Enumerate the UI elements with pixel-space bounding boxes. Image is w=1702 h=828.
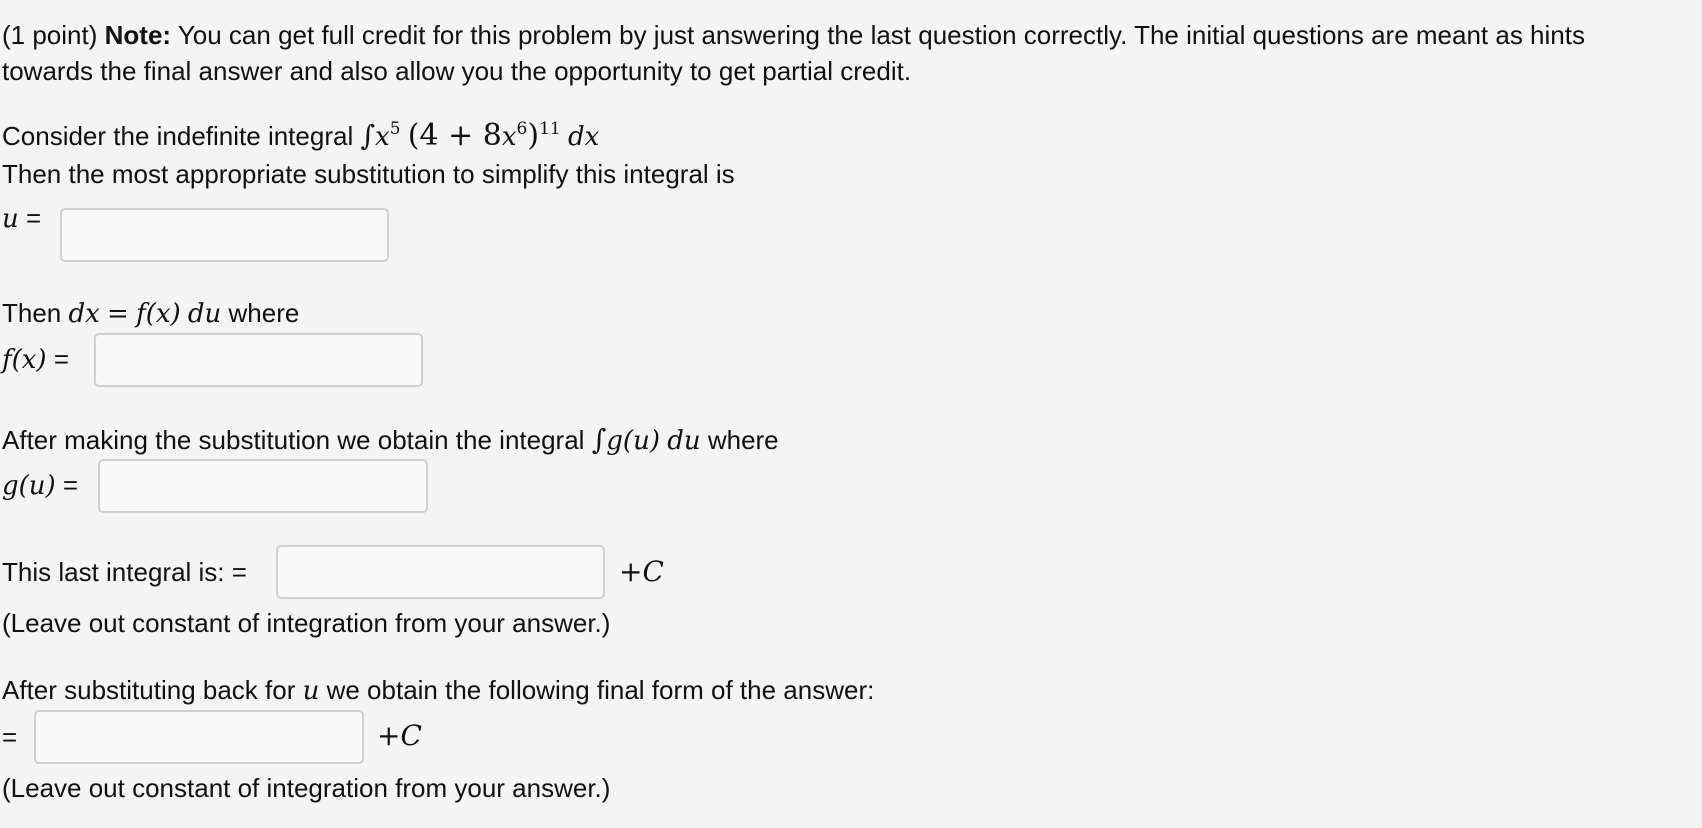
q4-note-text: (Leave out constant of integration from …: [2, 608, 611, 638]
u-equals: =: [25, 203, 42, 233]
final-answer-input[interactable]: [34, 710, 364, 764]
gu-answer-input[interactable]: [98, 459, 428, 513]
q5-note-text: (Leave out constant of integration from …: [2, 773, 611, 803]
q1-substitution-text: Then the most appropriate substitution t…: [2, 159, 735, 189]
q2-answer-label: f(x) =: [2, 343, 69, 376]
q5-prompt-start: After substituting back for: [2, 675, 296, 705]
q4-note: (Leave out constant of integration from …: [2, 607, 610, 639]
outer-exponent: 11: [539, 119, 561, 139]
open-paren-expr: (4 + 8: [407, 118, 502, 153]
last-integral-input[interactable]: [276, 545, 605, 599]
q5-u: u: [302, 676, 320, 706]
q2-fx: f(x): [136, 299, 181, 329]
x6-exponent: 6: [516, 119, 528, 139]
q2-du: du: [187, 299, 222, 329]
q3-where: where: [707, 425, 779, 455]
points-label: (1 point): [2, 20, 98, 50]
note-text: You can get full credit for this problem…: [177, 20, 1585, 50]
u-answer-input[interactable]: [60, 208, 389, 262]
q5-prompt-end: we obtain the following final form of th…: [326, 675, 875, 705]
u-label: u: [2, 204, 19, 234]
q5-plus: +: [377, 719, 401, 752]
x6-base: x: [501, 122, 517, 152]
q5-equals: =: [2, 722, 18, 752]
q5-note: (Leave out constant of integration from …: [2, 772, 610, 804]
q5-plus-c: +C: [377, 720, 422, 752]
q4-plus: +: [619, 555, 643, 588]
intro-line-1: (1 point) Note: You can get full credit …: [2, 19, 1585, 51]
gu-equals: =: [62, 470, 79, 500]
q4-plus-c: +C: [619, 556, 664, 588]
q3-gu: g(u): [606, 426, 660, 456]
q2-prompt-line: Then dx = f(x) du where: [2, 297, 299, 330]
fx-label: f(x): [2, 345, 47, 375]
q3-du: du: [667, 426, 701, 456]
q1-answer-label: u =: [2, 202, 41, 235]
q1-line2: Then the most appropriate substitution t…: [2, 158, 735, 190]
q4-prompt-line: This last integral is: =: [2, 556, 247, 588]
q2-dx: dx: [68, 299, 100, 329]
intro-line-2: towards the final answer and also allow …: [2, 55, 911, 87]
note-label: Note:: [104, 20, 172, 50]
dx: dx: [567, 122, 600, 152]
q2-then: Then: [2, 298, 62, 328]
q3-prompt-line: After making the substitution we obtain …: [2, 424, 779, 457]
q2-where: where: [228, 298, 300, 328]
q3-prompt: After making the substitution we obtain …: [2, 425, 585, 455]
close-paren: ): [527, 118, 540, 153]
q3-integral-sign: ∫: [591, 423, 607, 456]
q4-c: C: [642, 555, 664, 588]
q5-equals-line: =: [2, 721, 17, 753]
q1-integral-expression: ∫x5 (4 + 8x6)11 dx: [360, 118, 600, 153]
q3-answer-label: g(u) =: [2, 469, 78, 502]
fx-answer-input[interactable]: [94, 333, 423, 387]
x-base: x: [375, 122, 390, 152]
q1-prompt-line: Consider the indefinite integral ∫x5 (4 …: [2, 118, 600, 156]
q1-prompt: Consider the indefinite integral: [2, 121, 354, 151]
q4-prompt: This last integral is: =: [2, 557, 247, 587]
q5-prompt-line: After substituting back for u we obtain …: [2, 674, 874, 707]
q5-c: C: [400, 719, 422, 752]
integral-sign: ∫: [360, 119, 376, 152]
gu-label: g(u): [2, 471, 56, 501]
x-exponent: 5: [389, 119, 401, 139]
fx-equals: =: [53, 344, 69, 374]
q2-eq: =: [107, 299, 129, 329]
note-text-line2: towards the final answer and also allow …: [2, 56, 912, 86]
